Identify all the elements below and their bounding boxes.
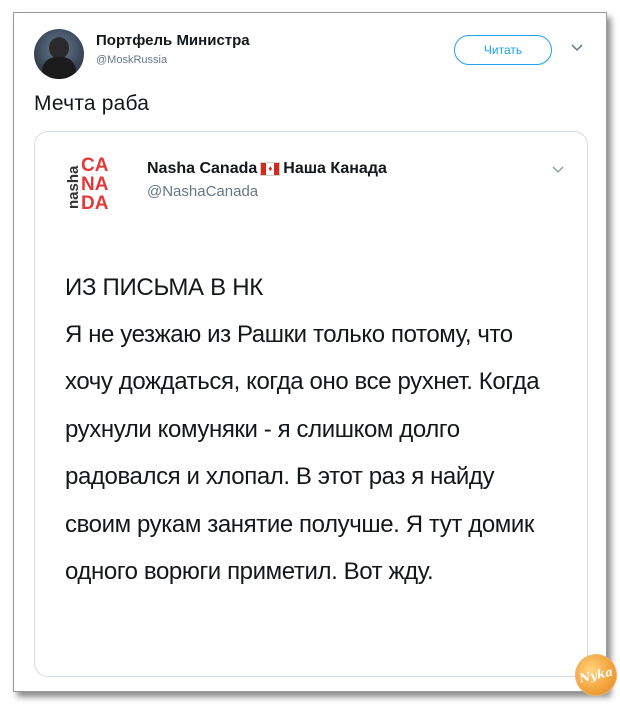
avatar-body — [42, 57, 76, 79]
tweet-text: Мечта раба — [34, 92, 150, 115]
quoted-author-name[interactable]: Nasha Canada ♦ Наша Канада — [147, 160, 387, 178]
author-name[interactable]: Портфель Министра — [96, 32, 250, 49]
logo-text-1: CA — [81, 155, 109, 176]
quoted-heading: ИЗ ПИСЬМА В НК — [65, 274, 263, 301]
chevron-down-icon[interactable] — [569, 39, 585, 55]
quoted-author-handle[interactable]: @NashaCanada — [147, 183, 258, 200]
author-handle[interactable]: @MoskRussia — [96, 54, 167, 66]
logo-side-text: nasha — [65, 165, 82, 209]
quoted-author-name-cyrillic: Наша Канада — [283, 160, 387, 177]
logo-text-2: NA — [81, 174, 109, 195]
quoted-tweet[interactable]: nasha CA NA DA Nasha Canada ♦ Наша Канад… — [34, 131, 588, 677]
quoted-author-name-latin: Nasha Canada — [147, 160, 258, 177]
watermark-text: Nyka — [577, 665, 614, 686]
author-avatar[interactable] — [34, 29, 84, 79]
canada-flag-icon: ♦ — [260, 162, 281, 176]
chevron-down-icon[interactable] — [551, 162, 565, 176]
tweet-card: Портфель Министра @MoskRussia Читать Меч… — [13, 12, 620, 700]
follow-button[interactable]: Читать — [454, 35, 552, 65]
logo-text-3: DA — [81, 193, 109, 211]
quoted-body: Я не уезжаю из Рашки только потому, что … — [65, 321, 540, 586]
avatar-head — [49, 37, 69, 59]
nasha-canada-logo: nasha CA NA DA — [65, 155, 109, 211]
